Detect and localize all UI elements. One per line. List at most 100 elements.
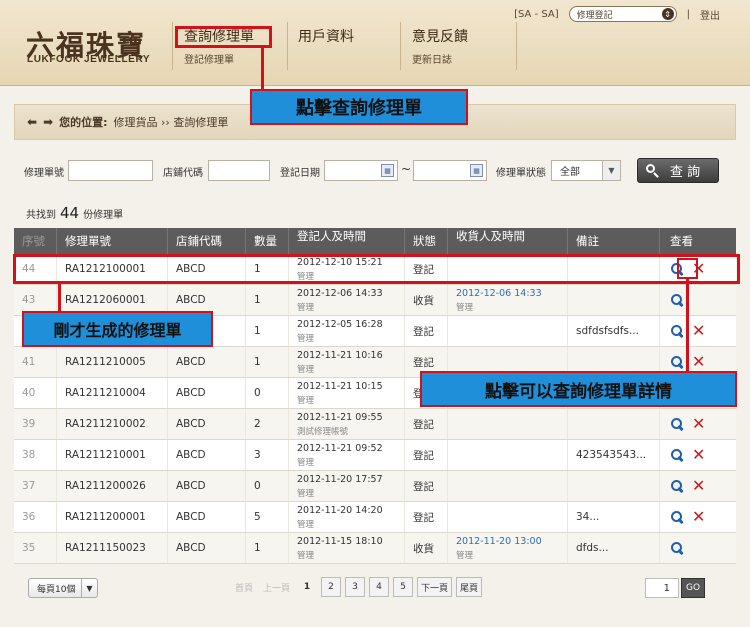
view-magnifier-icon[interactable] <box>670 293 684 307</box>
cell-actions: ✕ <box>660 440 736 470</box>
cell-status: 登記 <box>405 409 448 439</box>
callout-just-created: 剛才生成的修理單 <box>22 311 213 347</box>
page-link[interactable]: 4 <box>369 577 390 597</box>
cell-order-no: RA1211210002 <box>57 409 168 439</box>
nav-sub-register-order[interactable]: 登記修理單 <box>184 51 254 66</box>
delete-x-icon[interactable]: ✕ <box>692 478 705 494</box>
nav-label[interactable]: 意見反饋 <box>412 26 468 46</box>
view-magnifier-icon[interactable] <box>670 541 684 555</box>
callout-click-view: 點擊可以查詢修理單詳情 <box>420 371 737 407</box>
col-header: 店鋪代碼 <box>168 228 246 254</box>
cell-receive <box>448 471 568 501</box>
calendar-icon[interactable]: ▦ <box>381 164 394 177</box>
page-link[interactable]: 5 <box>393 577 414 597</box>
calendar-icon[interactable]: ▦ <box>470 164 483 177</box>
nav-label[interactable]: 用戶資料 <box>298 26 354 46</box>
breadcrumb-path[interactable]: 修理貨品 ›› 查詢修理單 <box>114 114 229 130</box>
callout-line <box>58 284 61 312</box>
cell-note <box>568 285 660 315</box>
cell-register: 2012-11-20 14:20 管理 <box>289 502 405 532</box>
register-time: 2012-12-06 14:33 <box>297 287 383 299</box>
first-page-link: 首頁 <box>235 583 254 594</box>
nav-item-feedback[interactable]: 意見反饋 更新日誌 <box>412 26 468 66</box>
module-select[interactable]: 修理登記 ⇕ <box>568 6 677 22</box>
goto-page-input[interactable]: 1 <box>645 578 679 598</box>
register-by: 管理 <box>297 333 315 344</box>
page-link[interactable]: 3 <box>345 577 366 597</box>
view-magnifier-icon[interactable] <box>670 355 684 369</box>
receive-by: 管理 <box>456 550 474 561</box>
register-by: 管理 <box>297 550 315 561</box>
cell-shop-code: ABCD <box>168 533 246 563</box>
col-header: 序號 <box>14 228 57 254</box>
next-page-button[interactable]: 下一頁 <box>417 577 453 597</box>
date-to-input[interactable]: ▦ <box>413 160 487 181</box>
callout-click-query: 點擊查詢修理單 <box>250 89 468 125</box>
status-select-value: 全部 <box>560 167 580 178</box>
callout-line <box>261 47 264 90</box>
nav-item-user-info[interactable]: 用戶資料 <box>298 26 354 46</box>
cell-order-no: RA1211210004 <box>57 378 168 408</box>
view-magnifier-icon[interactable] <box>670 417 684 431</box>
logout-link[interactable]: 登出 <box>700 7 720 22</box>
date-from-input[interactable]: ▦ <box>324 160 398 181</box>
receive-time: 2012-12-06 14:33 <box>456 287 542 299</box>
current-user: [SA - SA] <box>514 8 559 20</box>
last-page-button[interactable]: 尾頁 <box>456 577 483 597</box>
forward-arrow-icon[interactable]: ➡ <box>43 115 53 129</box>
cell-order-no: RA1211200026 <box>57 471 168 501</box>
highlight-new-order-row <box>13 254 740 284</box>
cell-actions: ✕ <box>660 471 736 501</box>
delete-x-icon[interactable]: ✕ <box>692 416 705 432</box>
search-icon <box>646 163 660 178</box>
delete-x-icon[interactable]: ✕ <box>692 447 705 463</box>
cell-seq: 36 <box>14 502 57 532</box>
delete-x-icon[interactable]: ✕ <box>692 323 705 339</box>
cell-order-no: RA1211200001 <box>57 502 168 532</box>
cell-note: 34... <box>568 502 660 532</box>
cell-note <box>568 471 660 501</box>
top-bar: [SA - SA] 修理登記 ⇕ | 登出 <box>514 6 720 22</box>
cell-register: 2012-12-05 16:28 管理 <box>289 316 405 346</box>
goto-page-button[interactable]: GO <box>681 578 705 598</box>
cell-seq: 38 <box>14 440 57 470</box>
delete-x-icon[interactable]: ✕ <box>692 509 705 525</box>
cell-order-no: RA1211150023 <box>57 533 168 563</box>
nav-sub-changelog[interactable]: 更新日誌 <box>412 51 468 66</box>
cell-order-no: RA1211210001 <box>57 440 168 470</box>
receive-time: 2012-11-20 13:00 <box>456 535 542 547</box>
status-select[interactable]: 全部 ▼ <box>551 160 621 181</box>
search-button[interactable]: 查 詢 <box>637 158 719 183</box>
cell-qty: 1 <box>246 285 289 315</box>
date-range-separator: ~ <box>401 162 412 176</box>
cell-seq: 35 <box>14 533 57 563</box>
cell-note: 423543543... <box>568 440 660 470</box>
order-no-input[interactable] <box>68 160 153 181</box>
cell-qty: 0 <box>246 378 289 408</box>
view-magnifier-icon[interactable] <box>670 448 684 462</box>
register-time: 2012-11-21 10:15 <box>297 380 383 392</box>
cell-note: dfds... <box>568 533 660 563</box>
page-link[interactable]: 2 <box>321 577 342 597</box>
view-magnifier-icon[interactable] <box>670 479 684 493</box>
search-button-label: 查 詢 <box>670 165 701 180</box>
shop-code-input[interactable] <box>208 160 270 181</box>
cell-qty: 0 <box>246 471 289 501</box>
delete-x-icon[interactable]: ✕ <box>692 354 705 370</box>
view-magnifier-icon[interactable] <box>670 510 684 524</box>
page-size-select[interactable]: 每頁10個 ▼ <box>28 578 98 598</box>
cell-register: 2012-11-20 17:57 管理 <box>289 471 405 501</box>
cell-note <box>568 409 660 439</box>
col-header: 狀態 <box>405 228 448 254</box>
view-magnifier-icon[interactable] <box>670 324 684 338</box>
cell-status: 登記 <box>405 316 448 346</box>
table-row: 36 RA1211200001 ABCD 5 2012-11-20 14:20 管理 登記 3… <box>14 502 736 533</box>
back-arrow-icon[interactable]: ⬅ <box>27 115 37 129</box>
cell-note: sdfdsfsdfs... <box>568 316 660 346</box>
shop-code-label: 店鋪代碼 <box>163 168 203 179</box>
callout-line <box>686 279 689 372</box>
result-suffix: 份修理單 <box>83 210 124 221</box>
prev-page-link: 上一頁 <box>263 583 291 594</box>
col-header: 收貨人及時間 <box>448 228 568 254</box>
cell-status: 登記 <box>405 471 448 501</box>
